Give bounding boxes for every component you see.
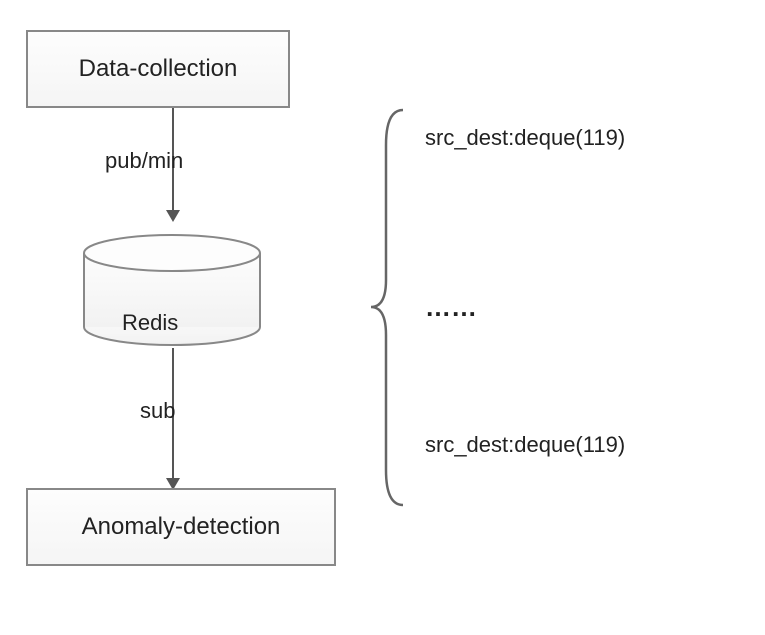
anomaly-detection-box: Anomaly-detection <box>26 488 336 566</box>
arrow-label-pub: pub/min <box>105 148 183 174</box>
data-collection-label: Data-collection <box>79 55 238 83</box>
arrow-label-sub: sub <box>140 398 175 424</box>
brace-item-ellipsis: …… <box>425 292 477 323</box>
redis-label: Redis <box>122 310 178 336</box>
architecture-diagram: Data-collection pub/min Redis sub Anomal… <box>0 0 765 635</box>
data-collection-box: Data-collection <box>26 30 290 108</box>
anomaly-detection-label: Anomaly-detection <box>82 513 281 541</box>
brace-item-bottom: src_dest:deque(119) <box>425 432 625 458</box>
brace-item-top: src_dest:deque(119) <box>425 125 625 151</box>
arrowhead-pub <box>166 210 180 222</box>
curly-brace <box>368 105 408 510</box>
